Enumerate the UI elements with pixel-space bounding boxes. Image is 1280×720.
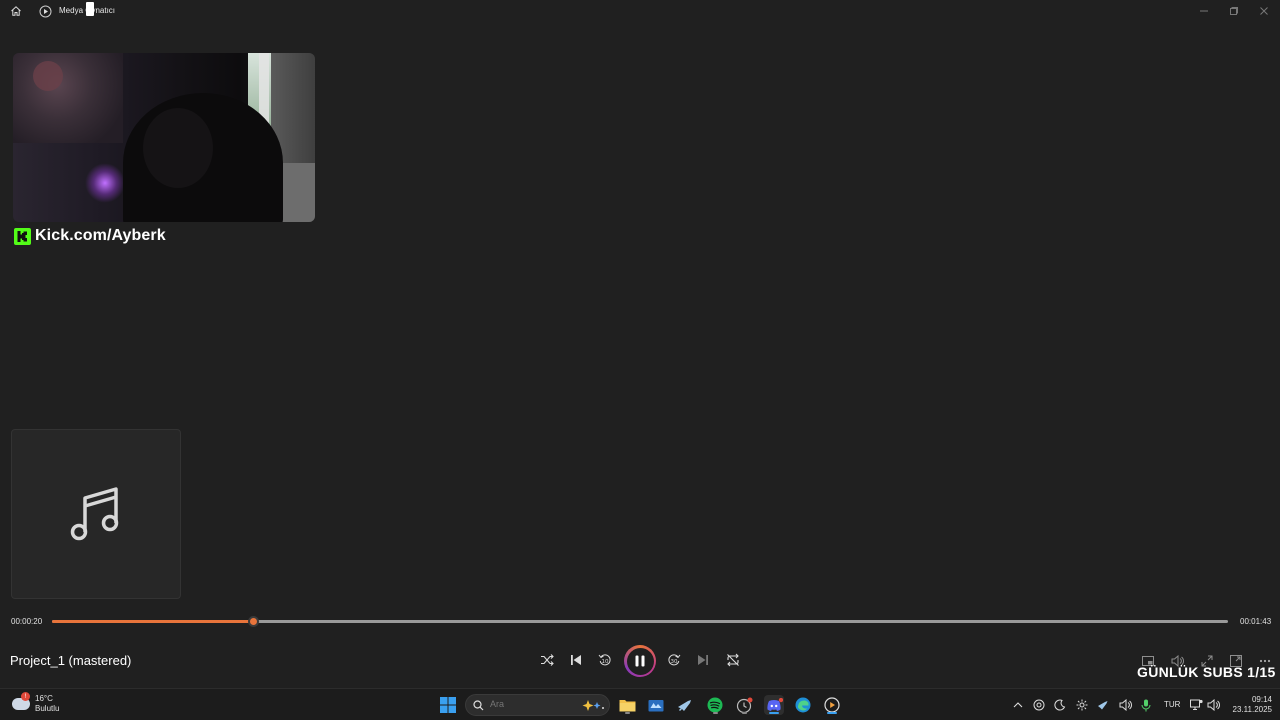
spotify-button[interactable] xyxy=(705,695,725,715)
minimize-icon[interactable] xyxy=(1197,4,1211,18)
media-player-button[interactable] xyxy=(822,695,842,715)
total-duration: 00:01:43 xyxy=(1240,617,1272,626)
forward-30-icon: 30 xyxy=(668,654,681,666)
tray-microphone[interactable] xyxy=(1139,698,1153,712)
webcam-overlay xyxy=(13,53,315,222)
close-icon[interactable] xyxy=(1257,4,1271,18)
clock-time: 09:14 xyxy=(1251,695,1272,704)
kick-channel-banner: Kick.com/Ayberk xyxy=(14,227,166,245)
kick-logo-icon xyxy=(14,227,31,245)
file-explorer-icon xyxy=(619,700,635,712)
shuffle-button[interactable] xyxy=(537,650,557,670)
previous-button[interactable] xyxy=(566,650,586,670)
gear-icon xyxy=(1076,699,1088,711)
text-cursor-icon xyxy=(86,2,94,16)
tray-app-1[interactable] xyxy=(1032,698,1046,712)
weather-alert-badge: ! xyxy=(21,692,30,701)
seek-bar-fill xyxy=(52,620,254,623)
repeat-off-icon xyxy=(727,653,739,667)
search-icon xyxy=(473,700,484,711)
edge-icon xyxy=(795,697,811,713)
svg-text:30: 30 xyxy=(671,659,678,665)
tray-app-3[interactable] xyxy=(1075,698,1089,712)
taskbar-clock[interactable]: 09:14 23.11.2025 xyxy=(1226,695,1272,715)
kick-url: Kick.com/Ayberk xyxy=(35,227,166,244)
language-indicator[interactable]: TUR xyxy=(1164,700,1180,709)
media-player-icon xyxy=(824,697,840,713)
cloud-icon: ! xyxy=(12,692,30,710)
next-button[interactable] xyxy=(693,650,713,670)
tray-volume[interactable] xyxy=(1206,698,1220,712)
volume-tray-icon xyxy=(1207,699,1220,711)
steam-button[interactable] xyxy=(675,695,695,715)
windows-start-icon xyxy=(440,697,456,713)
microphone-icon xyxy=(1141,699,1151,711)
seek-bar[interactable] xyxy=(52,620,1228,623)
clock-date: 23.11.2025 xyxy=(1232,705,1272,714)
next-icon xyxy=(698,655,708,665)
show-hidden-icons[interactable] xyxy=(1011,698,1025,712)
taskbar: ! 16°C Bulutlu Ara TUR 09:14 23.11.2025 xyxy=(0,688,1280,720)
clock-app-button[interactable] xyxy=(734,695,754,715)
copilot-sparkle-icon xyxy=(582,700,604,711)
tray-steam[interactable] xyxy=(1096,698,1110,712)
store-button[interactable] xyxy=(646,695,666,715)
music-note-icon xyxy=(70,487,119,541)
edge-button[interactable] xyxy=(793,695,813,715)
title-bar: Medya Oynatıcı xyxy=(0,0,1280,22)
tray-app-2[interactable] xyxy=(1053,698,1067,712)
search-input[interactable] xyxy=(490,699,570,709)
more-icon xyxy=(1259,659,1271,663)
moon-icon xyxy=(1054,699,1066,711)
media-player-app-icon xyxy=(37,3,53,19)
elapsed-time: 00:00:20 xyxy=(11,617,43,626)
tray-audio[interactable] xyxy=(1118,698,1132,712)
song-title: Project_1 (mastered) xyxy=(10,653,132,668)
steam-icon xyxy=(678,700,691,711)
repeat-button[interactable] xyxy=(723,650,743,670)
pause-button[interactable] xyxy=(624,645,656,677)
seek-thumb[interactable] xyxy=(247,616,259,627)
daily-subs-counter: GÜNLÜK SUBS 1/15 xyxy=(1137,664,1276,680)
file-explorer-button[interactable] xyxy=(617,695,637,715)
weather-description: Bulutlu xyxy=(35,704,60,713)
steam-tray-icon xyxy=(1098,701,1108,710)
rewind-10-button[interactable]: 10 xyxy=(595,650,615,670)
weather-temperature: 16°C xyxy=(35,694,53,703)
weather-widget[interactable]: ! 16°C Bulutlu xyxy=(12,692,60,714)
tray-network[interactable] xyxy=(1189,698,1203,712)
discord-icon xyxy=(766,697,783,711)
network-icon xyxy=(1189,699,1203,710)
forward-30-button[interactable]: 30 xyxy=(664,650,684,670)
album-art-placeholder xyxy=(11,429,181,599)
chevron-up-icon xyxy=(1013,702,1023,708)
rewind-10-icon: 10 xyxy=(598,654,611,666)
store-icon xyxy=(648,700,664,712)
discord-button[interactable] xyxy=(764,695,784,715)
globe-icon xyxy=(1033,699,1045,711)
windows-start-button[interactable] xyxy=(438,695,458,715)
previous-icon xyxy=(571,655,581,665)
speaker-tray-icon xyxy=(1119,699,1132,711)
shuffle-icon xyxy=(541,654,554,666)
pause-icon xyxy=(635,655,645,667)
spotify-icon xyxy=(707,697,723,713)
clock-app-icon xyxy=(736,697,752,713)
taskbar-search[interactable] xyxy=(465,694,610,716)
maximize-icon[interactable] xyxy=(1227,4,1241,18)
home-icon[interactable] xyxy=(8,3,24,19)
svg-text:10: 10 xyxy=(602,659,609,665)
